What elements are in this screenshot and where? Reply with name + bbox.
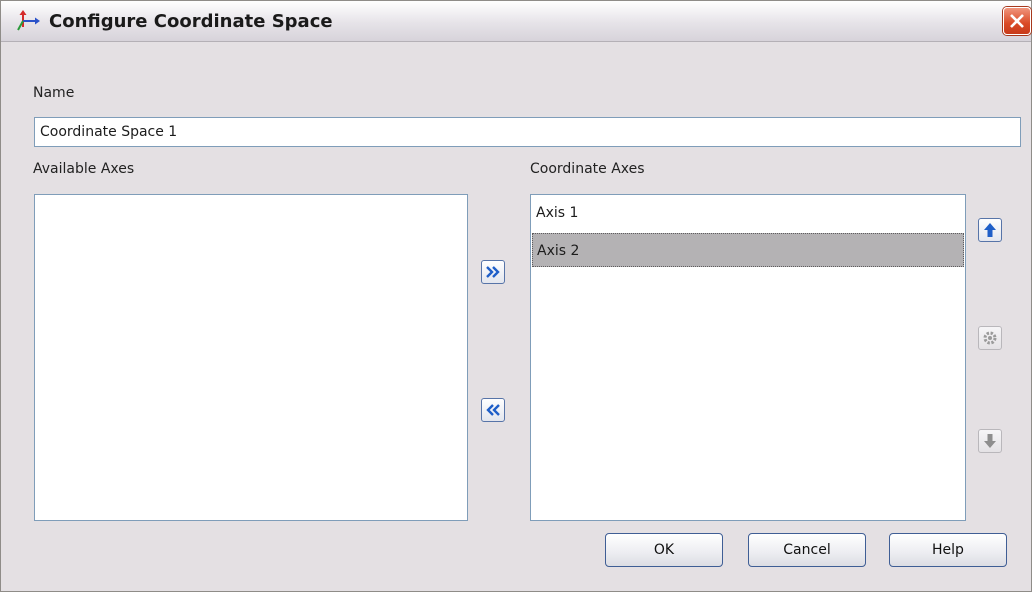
double-chevron-left-icon [486,404,500,416]
close-icon [1010,14,1024,28]
help-button[interactable]: Help [889,533,1007,567]
coordinate-axes-icon [17,9,41,33]
cancel-button[interactable]: Cancel [748,533,866,567]
ok-button[interactable]: OK [605,533,723,567]
settings-icon [983,331,997,345]
add-axis-button[interactable] [481,260,505,284]
double-chevron-right-icon [486,266,500,278]
close-button[interactable] [1003,7,1031,35]
arrow-down-icon [984,434,996,448]
list-item-axis-2[interactable]: Axis 2 [532,233,964,267]
arrow-up-icon [984,223,996,237]
name-label: Name [33,85,75,101]
move-up-button[interactable] [978,218,1002,242]
title-bar[interactable]: Configure Coordinate Space [1,1,1031,42]
edit-axis-button[interactable] [978,326,1002,350]
remove-axis-button[interactable] [481,398,505,422]
window-title: Configure Coordinate Space [49,11,333,32]
available-axes-list[interactable] [34,194,468,521]
name-input[interactable] [34,117,1021,147]
dialog-window: Configure Coordinate Space Name Availabl… [0,0,1032,592]
available-axes-label: Available Axes [33,161,135,177]
coordinate-axes-label: Coordinate Axes [530,161,645,177]
coordinate-axes-list[interactable]: Axis 1 Axis 2 [530,194,966,521]
list-item-axis-1[interactable]: Axis 1 [532,196,964,230]
move-down-button[interactable] [978,429,1002,453]
